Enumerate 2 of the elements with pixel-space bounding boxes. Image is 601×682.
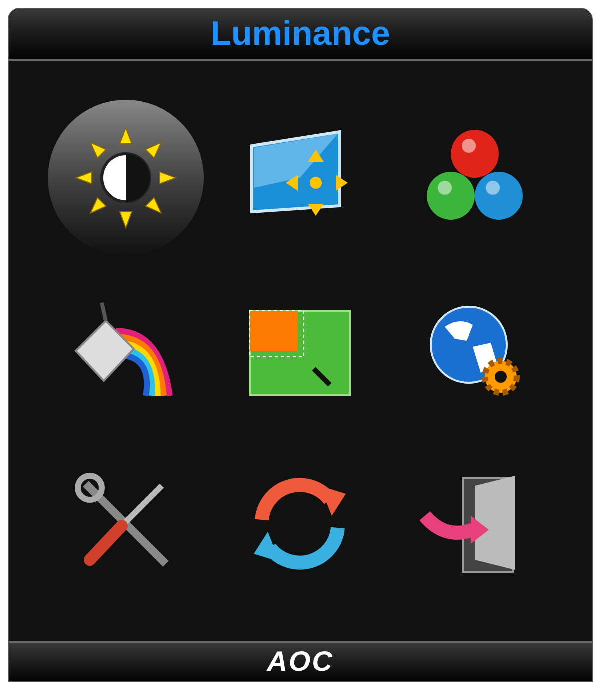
brand-logo: AOC	[267, 645, 334, 679]
menu-title: Luminance	[210, 14, 390, 54]
